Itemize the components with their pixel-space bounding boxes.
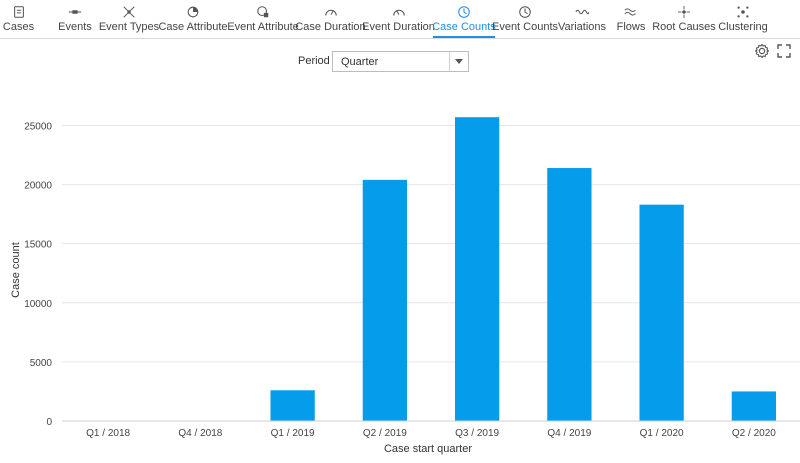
y-tick-label: 20000 bbox=[24, 181, 52, 192]
x-tick-label: Q3 / 2019 bbox=[455, 428, 499, 439]
x-tick-label: Q2 / 2019 bbox=[363, 428, 407, 439]
x-axis-title: Case start quarter bbox=[384, 443, 472, 455]
x-tick-label: Q4 / 2019 bbox=[547, 428, 591, 439]
y-tick-label: 15000 bbox=[24, 240, 52, 251]
bar bbox=[270, 390, 315, 421]
bar bbox=[639, 204, 684, 421]
y-tick-label: 25000 bbox=[24, 121, 52, 132]
y-axis-title: Case count bbox=[10, 242, 22, 298]
x-tick-label: Q2 / 2020 bbox=[732, 428, 776, 439]
case-counts-chart: 0 5000 10000 15000 20000 25000 Q1 / 2018 Q4 / 2… bbox=[10, 117, 800, 455]
bar bbox=[362, 179, 408, 421]
y-tick-label: 5000 bbox=[30, 358, 53, 369]
x-tick-label: Q1 / 2018 bbox=[86, 428, 130, 439]
y-tick-label: 0 bbox=[46, 417, 52, 428]
bar bbox=[731, 391, 777, 421]
bar bbox=[454, 117, 500, 422]
y-tick-label: 10000 bbox=[24, 299, 52, 310]
bar bbox=[547, 168, 592, 421]
x-tick-label: Q4 / 2018 bbox=[178, 428, 222, 439]
x-tick-label: Q1 / 2019 bbox=[271, 428, 315, 439]
x-tick-label: Q1 / 2020 bbox=[640, 428, 684, 439]
